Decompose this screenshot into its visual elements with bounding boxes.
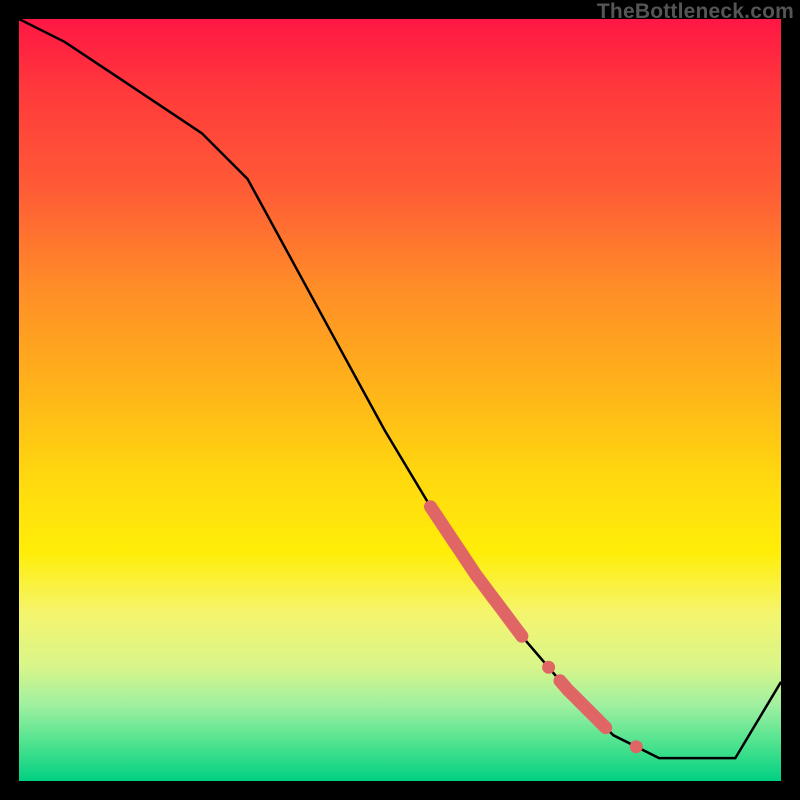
chart-plot-area xyxy=(19,19,781,781)
chart-highlight-dot-1 xyxy=(542,661,555,674)
chart-marker-layer xyxy=(431,507,643,754)
chart-highlight-segment-2 xyxy=(560,681,606,728)
chart-svg xyxy=(19,19,781,781)
chart-main-line xyxy=(19,19,781,758)
chart-frame: TheBottleneck.com xyxy=(0,0,800,800)
chart-highlight-dot-3 xyxy=(630,740,643,753)
chart-line-layer xyxy=(19,19,781,758)
chart-highlight-segment-0 xyxy=(431,507,522,637)
watermark-text: TheBottleneck.com xyxy=(597,0,794,24)
